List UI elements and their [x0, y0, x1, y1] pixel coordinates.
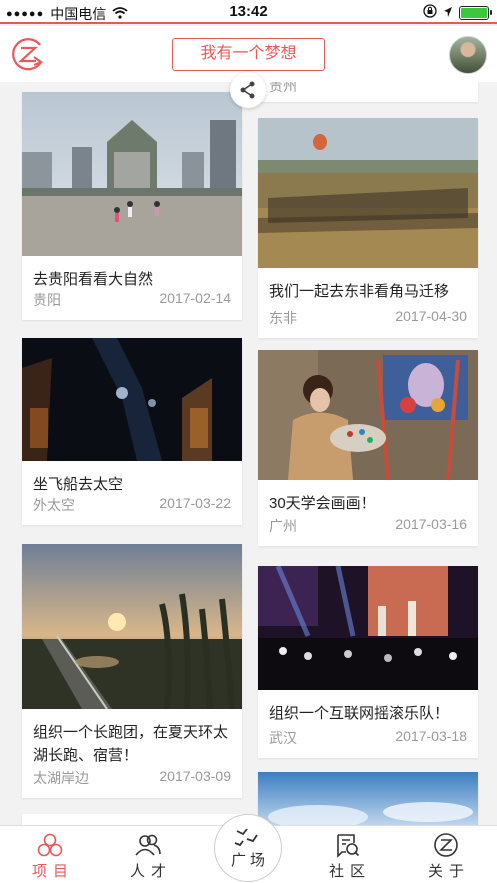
project-card-partial[interactable] — [258, 772, 478, 825]
card-title: 去贵阳看看大自然 — [33, 271, 154, 288]
project-card-partial[interactable] — [22, 814, 242, 825]
card-date: 2017-03-18 — [395, 728, 467, 744]
card-image — [258, 350, 478, 480]
community-icon — [312, 832, 382, 858]
card-title: 30天学会画画！ — [269, 495, 376, 512]
tab-plaza-label: 广场 — [230, 852, 269, 869]
dream-button[interactable]: 我有一个梦想 — [172, 38, 325, 71]
project-card-partial[interactable]: 贵州 — [258, 82, 478, 102]
project-feed[interactable]: 贵州 去贵阳看看大自然 贵阳 2017-02-14 我们一起去东非看角马迁移 东… — [0, 82, 497, 825]
about-logo-icon — [411, 832, 481, 858]
birds-icon — [215, 825, 281, 849]
project-card[interactable]: 去贵阳看看大自然 贵阳 2017-02-14 — [22, 92, 242, 320]
card-date: 2017-03-09 — [159, 768, 231, 784]
card-title: 我们一起去东非看角马迁移 — [269, 283, 450, 300]
card-title: 组织一个互联网摇滚乐队！ — [269, 705, 450, 722]
tab-about[interactable]: 关于 — [411, 832, 481, 881]
card-date: 2017-04-30 — [395, 308, 467, 324]
project-card[interactable]: 30天学会画画！ 广州 2017-03-16 — [258, 350, 478, 546]
card-date: 2017-02-14 — [159, 290, 231, 306]
tab-community[interactable]: 社区 — [312, 832, 382, 881]
card-date: 2017-03-22 — [159, 495, 231, 511]
tab-community-label: 社区 — [328, 863, 371, 880]
card-date: 2017-03-16 — [395, 516, 467, 532]
tab-bar: 项目 人才 广场 社区 关于 — [0, 814, 497, 883]
card-title: 组织一个长跑团，在夏天环太湖长跑、宿营！ — [33, 724, 229, 764]
tab-about-label: 关于 — [427, 863, 470, 880]
orientation-lock-icon — [423, 4, 437, 21]
tab-plaza[interactable]: 广场 — [214, 814, 282, 882]
card-image — [22, 338, 242, 461]
card-location: 外太空 — [33, 497, 75, 513]
card-image — [258, 566, 478, 690]
project-card[interactable]: 组织一个长跑团，在夏天环太湖长跑、宿营！ 太湖岸边 2017-03-09 — [22, 544, 242, 798]
tab-projects[interactable]: 项目 — [15, 832, 85, 881]
people-icon — [113, 832, 183, 858]
card-image — [258, 118, 478, 268]
avatar[interactable] — [449, 36, 487, 74]
project-card[interactable]: 坐飞船去太空 外太空 2017-03-22 — [22, 338, 242, 525]
card-location: 广州 — [269, 518, 297, 534]
projects-icon — [15, 832, 85, 858]
card-image — [22, 544, 242, 709]
card-title: 坐飞船去太空 — [33, 476, 124, 493]
card-image — [258, 772, 478, 825]
share-icon — [240, 81, 255, 99]
tab-projects-label: 项目 — [31, 863, 74, 880]
card-location: 贵阳 — [33, 292, 61, 308]
card-location: 贵州 — [269, 82, 297, 94]
location-icon — [443, 5, 453, 21]
tab-talent-label: 人才 — [129, 863, 172, 880]
share-button[interactable] — [230, 72, 266, 108]
card-location: 东非 — [269, 310, 297, 326]
card-image — [22, 92, 242, 256]
project-card[interactable]: 组织一个互联网摇滚乐队！ 武汉 2017-03-18 — [258, 566, 478, 758]
tab-talent[interactable]: 人才 — [113, 832, 183, 881]
status-bar: ●●●●● 中国电信 13:42 — [0, 0, 497, 24]
project-card[interactable]: 我们一起去东非看角马迁移 东非 2017-04-30 — [258, 118, 478, 338]
card-location: 太湖岸边 — [33, 770, 89, 786]
battery-icon — [459, 5, 492, 20]
card-location: 武汉 — [269, 730, 297, 746]
logo-icon[interactable] — [10, 36, 46, 72]
